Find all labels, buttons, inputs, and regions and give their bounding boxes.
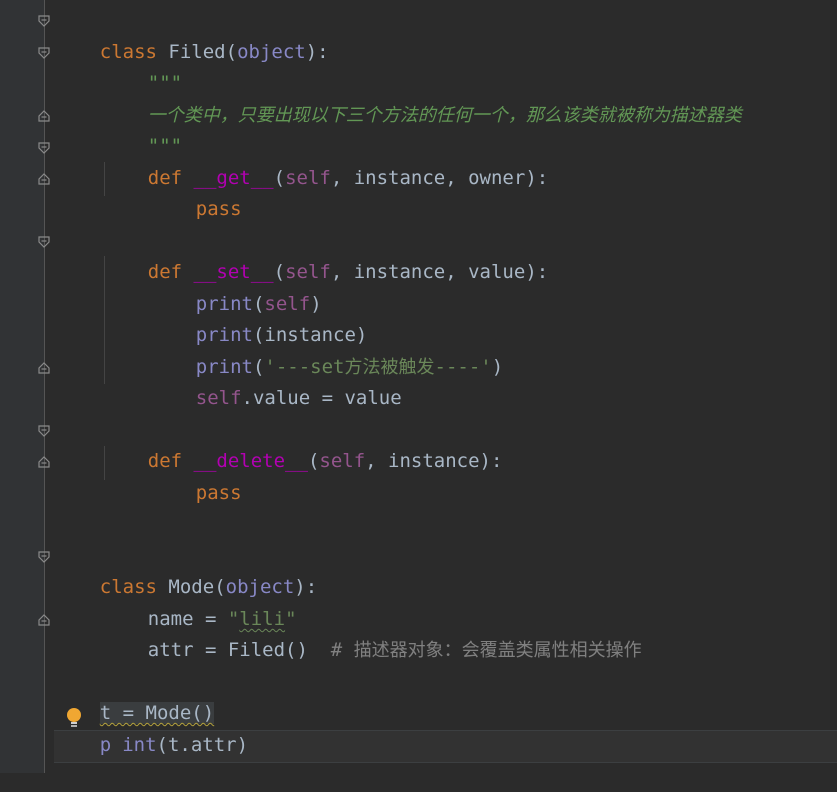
punct: ( <box>225 41 238 63</box>
punct: ): <box>525 167 549 189</box>
base-class: object <box>237 41 306 63</box>
self-ref: self <box>195 387 242 409</box>
code-line[interactable]: t = Mode() <box>54 667 215 724</box>
string-literal: ----' <box>434 356 492 378</box>
code-line[interactable]: attr = Filed() # 描述器对象：会覆盖类属性相关操作 <box>102 604 642 661</box>
code-line[interactable]: name = "lili" <box>102 573 297 630</box>
params: , instance, owner <box>330 167 526 189</box>
punct: ): <box>294 576 318 598</box>
code-line[interactable]: def __delete__(self, instance): <box>102 415 503 472</box>
punct: ): <box>305 41 329 63</box>
assignment: attr = Filed() <box>147 639 331 661</box>
code-line[interactable]: 一个类中，只要出现以下三个方法的任何一个，那么该类就被称为描述器类 <box>102 69 742 126</box>
punct: ( <box>307 450 320 472</box>
code-line[interactable]: class Mode(object): <box>54 541 317 598</box>
punct: ( <box>273 167 286 189</box>
comment-hash: # <box>330 639 354 661</box>
punct: ): <box>525 261 549 283</box>
builtin-print-rest: int <box>122 734 157 756</box>
keyword: pass <box>195 482 242 504</box>
code-editor[interactable]: class Filed(object): """ 一个类中，只要出现以下三个方法… <box>0 0 837 773</box>
code-line[interactable]: pass <box>150 163 242 220</box>
code-line[interactable]: pass <box>150 447 242 504</box>
builtin-print-p: p <box>99 734 112 756</box>
args: (t.attr) <box>156 734 249 756</box>
code-line[interactable]: print(instance) <box>150 289 368 346</box>
assignment: .value = value <box>241 387 402 409</box>
code-line[interactable]: """ <box>102 37 182 94</box>
code-line[interactable]: def __get__(self, instance, owner): <box>102 132 548 189</box>
keyword: pass <box>195 198 242 220</box>
punct: ): <box>479 450 503 472</box>
self-param: self <box>319 450 366 472</box>
comment-text: 描述器对象：会覆盖类属性相关操作 <box>353 640 642 661</box>
code-line[interactable]: class Filed(object): <box>54 6 329 63</box>
code-line[interactable]: print(self) <box>150 258 322 315</box>
lightbulb-intention-icon[interactable] <box>66 707 82 729</box>
code-line[interactable]: print('---set方法被触发----') <box>150 321 503 378</box>
docstring-text: 一个类中，只要出现以下三个方法的任何一个，那么该类就被称为描述器类 <box>147 105 742 126</box>
code-line[interactable]: self.value = value <box>150 352 402 409</box>
self-param: self <box>285 167 331 189</box>
params: , instance, value <box>330 261 526 283</box>
code-line[interactable]: """ <box>102 100 182 157</box>
punct: ) <box>491 356 504 378</box>
params: , instance <box>365 450 480 472</box>
code-line[interactable]: p int(t.attr) <box>54 699 248 756</box>
code-line[interactable]: def __set__(self, instance, value): <box>102 226 548 283</box>
